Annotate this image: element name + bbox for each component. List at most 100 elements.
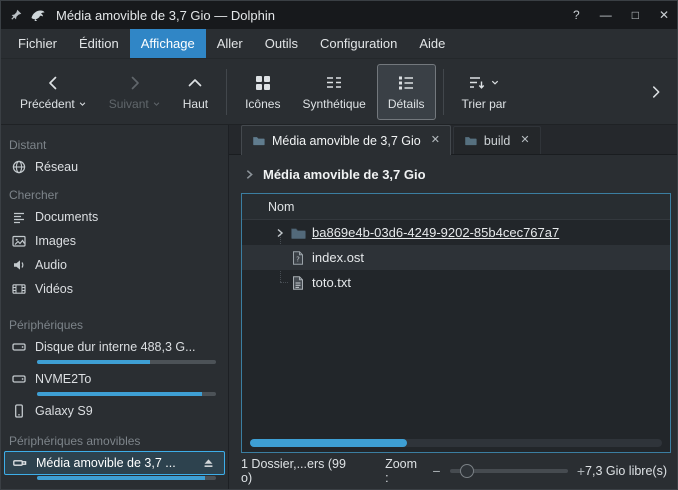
zoom-slider[interactable] <box>450 469 568 473</box>
file-list: ba869e4b-03d6-4249-9202-85b4cec767a7 ? i… <box>242 220 670 452</box>
breadcrumb-chevron-icon[interactable] <box>243 168 256 181</box>
phone-icon <box>11 403 27 419</box>
sort-label: Trier par <box>462 97 507 111</box>
compact-view-button[interactable]: Synthétique <box>291 64 376 120</box>
maximize-button[interactable]: □ <box>632 9 639 21</box>
titlebar: Média amovible de 3,7 Gio — Dolphin ? — … <box>1 1 677 29</box>
forward-button[interactable]: Suivant <box>98 64 172 120</box>
dolphin-app-icon <box>30 7 46 23</box>
file-row-folder[interactable]: ba869e4b-03d6-4249-9202-85b4cec767a7 <box>242 220 670 245</box>
details-list-icon <box>396 73 416 93</box>
toolbar-separator <box>226 69 227 115</box>
images-icon <box>11 233 27 249</box>
disk-usage-bar <box>37 360 216 364</box>
caret-down-icon <box>152 100 161 108</box>
file-row-index-ost[interactable]: ? index.ost <box>242 245 670 270</box>
audio-icon <box>11 257 27 273</box>
sidebar-item-galaxy-s9[interactable]: Galaxy S9 <box>1 399 228 423</box>
tab-close-button[interactable]: ✕ <box>431 135 440 146</box>
file-row-toto-txt[interactable]: toto.txt <box>242 270 670 295</box>
harddisk-icon <box>11 339 27 355</box>
caret-down-icon <box>490 78 500 87</box>
file-name: toto.txt <box>312 275 351 290</box>
places-panel: Distant Réseau Chercher Documents Images <box>1 125 229 489</box>
sidebar-item-media-amovible[interactable]: Média amovible de 3,7 ... <box>4 451 225 475</box>
sidebar-item-label: Galaxy S9 <box>35 404 93 418</box>
caret-down-icon <box>78 100 87 108</box>
section-header-peripheriques: Périphériques <box>1 315 228 335</box>
pin-icon[interactable] <box>9 8 23 22</box>
sidebar-item-label: Disque dur interne 488,3 G... <box>35 340 196 354</box>
file-view: Nom ba869e4b-03d6-4249-9202-85b4cec767a7 <box>241 193 671 453</box>
sidebar-item-label: NVME2To <box>35 372 91 386</box>
sidebar-item-audio[interactable]: Audio <box>1 253 228 277</box>
breadcrumb-path[interactable]: Média amovible de 3,7 Gio <box>263 167 426 182</box>
disk-usage-bar <box>37 476 216 480</box>
back-label: Précédent <box>20 97 75 111</box>
folder-icon <box>288 225 308 241</box>
scrollbar-thumb[interactable] <box>250 439 407 447</box>
icons-view-button[interactable]: Icônes <box>234 64 291 120</box>
up-button[interactable]: Haut <box>172 64 219 120</box>
eject-button[interactable] <box>201 456 216 471</box>
sidebar-item-nvme2to[interactable]: NVME2To <box>1 367 228 391</box>
menu-item-fichier[interactable]: Fichier <box>7 29 68 58</box>
sidebar-item-images[interactable]: Images <box>1 229 228 253</box>
close-button[interactable]: ✕ <box>659 9 669 21</box>
file-name: ba869e4b-03d6-4249-9202-85b4cec767a7 <box>312 225 559 240</box>
statusbar: 1 Dossier,...ers (99 o) Zoom : − + 7,3 G… <box>229 453 677 489</box>
sidebar-item-label: Images <box>35 234 76 248</box>
tab-media-amovible[interactable]: Média amovible de 3,7 Gio ✕ <box>241 125 451 155</box>
sidebar-item-disque-dur-interne[interactable]: Disque dur interne 488,3 G... <box>1 335 228 359</box>
sidebar-item-reseau[interactable]: Réseau <box>1 155 228 179</box>
sidebar-item-documents[interactable]: Documents <box>1 205 228 229</box>
dolphin-window: Média amovible de 3,7 Gio — Dolphin ? — … <box>0 0 678 490</box>
zoom-in-button[interactable]: + <box>577 464 585 478</box>
svg-text:?: ? <box>296 255 300 263</box>
network-icon <box>11 159 27 175</box>
horizontal-scrollbar[interactable] <box>250 439 662 447</box>
tab-close-button[interactable]: ✕ <box>520 135 529 146</box>
sidebar-item-videos[interactable]: Vidéos <box>1 277 228 301</box>
tab-folder-icon <box>464 134 477 147</box>
menu-item-outils[interactable]: Outils <box>254 29 309 58</box>
disk-usage-bar <box>37 392 216 396</box>
tab-build[interactable]: build ✕ <box>453 126 541 154</box>
sidebar-item-label: Vidéos <box>35 282 73 296</box>
sidebar-item-label: Audio <box>35 258 67 272</box>
compact-label: Synthétique <box>302 97 365 111</box>
back-button[interactable]: Précédent <box>9 64 98 120</box>
file-name: index.ost <box>312 250 364 265</box>
column-header-nom[interactable]: Nom <box>242 200 294 214</box>
toolbar-overflow-button[interactable] <box>643 79 669 105</box>
grid-icon <box>253 73 273 93</box>
column-header-row: Nom <box>242 194 670 220</box>
file-text-icon <box>288 275 308 291</box>
window-title: Média amovible de 3,7 Gio — Dolphin <box>56 8 275 23</box>
help-button[interactable]: ? <box>573 9 580 21</box>
chevron-right-icon <box>647 83 665 101</box>
sidebar-item-label: Documents <box>35 210 98 224</box>
menu-item-aide[interactable]: Aide <box>408 29 456 58</box>
menu-item-configuration[interactable]: Configuration <box>309 29 408 58</box>
up-label: Haut <box>183 97 208 111</box>
menubar: Fichier Édition Affichage Aller Outils C… <box>1 29 677 59</box>
zoom-slider-handle[interactable] <box>460 464 474 478</box>
breadcrumb: Média amovible de 3,7 Gio <box>229 155 677 193</box>
menu-item-affichage[interactable]: Affichage <box>130 29 206 58</box>
sort-by-button[interactable]: Trier par <box>451 64 518 120</box>
chevron-right-icon <box>125 73 145 93</box>
details-label: Détails <box>388 97 425 111</box>
videos-icon <box>11 281 27 297</box>
file-unknown-icon: ? <box>288 250 308 266</box>
sidebar-item-label: Média amovible de 3,7 ... <box>36 456 176 470</box>
menu-item-aller[interactable]: Aller <box>206 29 254 58</box>
zoom-out-button[interactable]: − <box>432 464 440 478</box>
menu-item-edition[interactable]: Édition <box>68 29 130 58</box>
zoom-control: Zoom : − + <box>385 457 585 485</box>
status-summary: 1 Dossier,...ers (99 o) <box>241 457 359 485</box>
minimize-button[interactable]: — <box>600 9 612 21</box>
expand-arrow-icon[interactable] <box>272 227 288 239</box>
details-view-button[interactable]: Détails <box>377 64 436 120</box>
window-controls: ? — □ ✕ <box>573 9 669 21</box>
